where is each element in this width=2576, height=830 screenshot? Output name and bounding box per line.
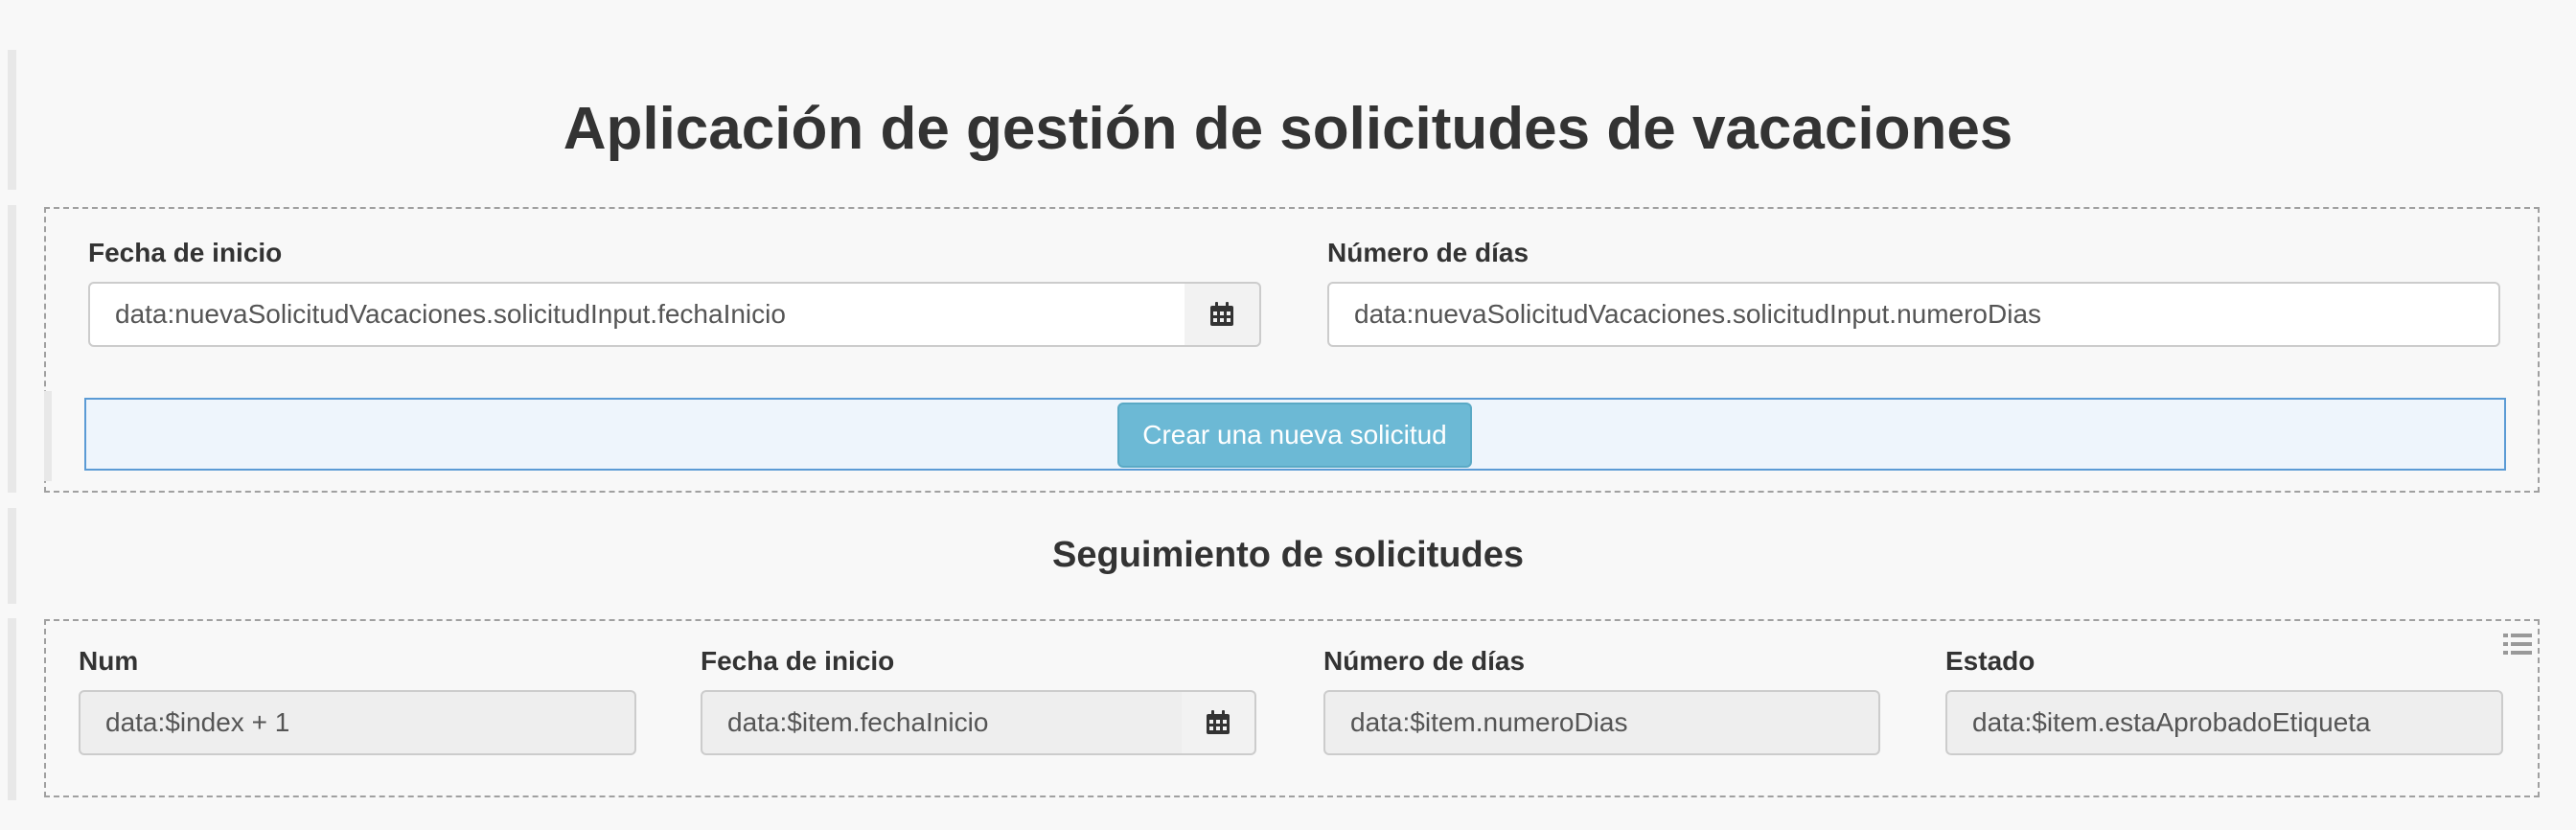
- start-date-input[interactable]: data:nuevaSolicitudVacaciones.solicitudI…: [88, 282, 1186, 347]
- page-title: Aplicación de gestión de solicitudes de …: [563, 96, 2013, 162]
- left-rail: [8, 618, 16, 800]
- days-input[interactable]: data:nuevaSolicitudVacaciones.solicitudI…: [1327, 282, 2500, 347]
- item-days-field: data:$item.numeroDias: [1323, 690, 1880, 755]
- status-field: data:$item.estaAprobadoEtiqueta: [1945, 690, 2503, 755]
- inner-rail: [44, 391, 52, 481]
- item-start-date-field: data:$item.fechaInicio: [701, 690, 1184, 755]
- left-rail: [8, 205, 16, 493]
- section-title: Seguimiento de solicitudes: [1052, 535, 1524, 575]
- item-calendar-button[interactable]: [1182, 690, 1256, 755]
- num-field: data:$index + 1: [79, 690, 636, 755]
- calendar-icon: [1207, 710, 1230, 734]
- page: Aplicación de gestión de solicitudes de …: [0, 0, 2576, 830]
- calendar-icon: [1210, 302, 1233, 326]
- item-start-date-label: Fecha de inicio: [701, 646, 895, 676]
- days-label: Número de días: [1327, 238, 1530, 267]
- list-icon[interactable]: [2503, 632, 2532, 657]
- status-label: Estado: [1945, 646, 2036, 676]
- item-days-label: Número de días: [1323, 646, 1526, 676]
- create-request-button[interactable]: Crear una nueva solicitud: [1117, 403, 1472, 468]
- calendar-button[interactable]: [1184, 282, 1261, 347]
- start-date-label: Fecha de inicio: [88, 238, 283, 267]
- num-label: Num: [79, 646, 139, 676]
